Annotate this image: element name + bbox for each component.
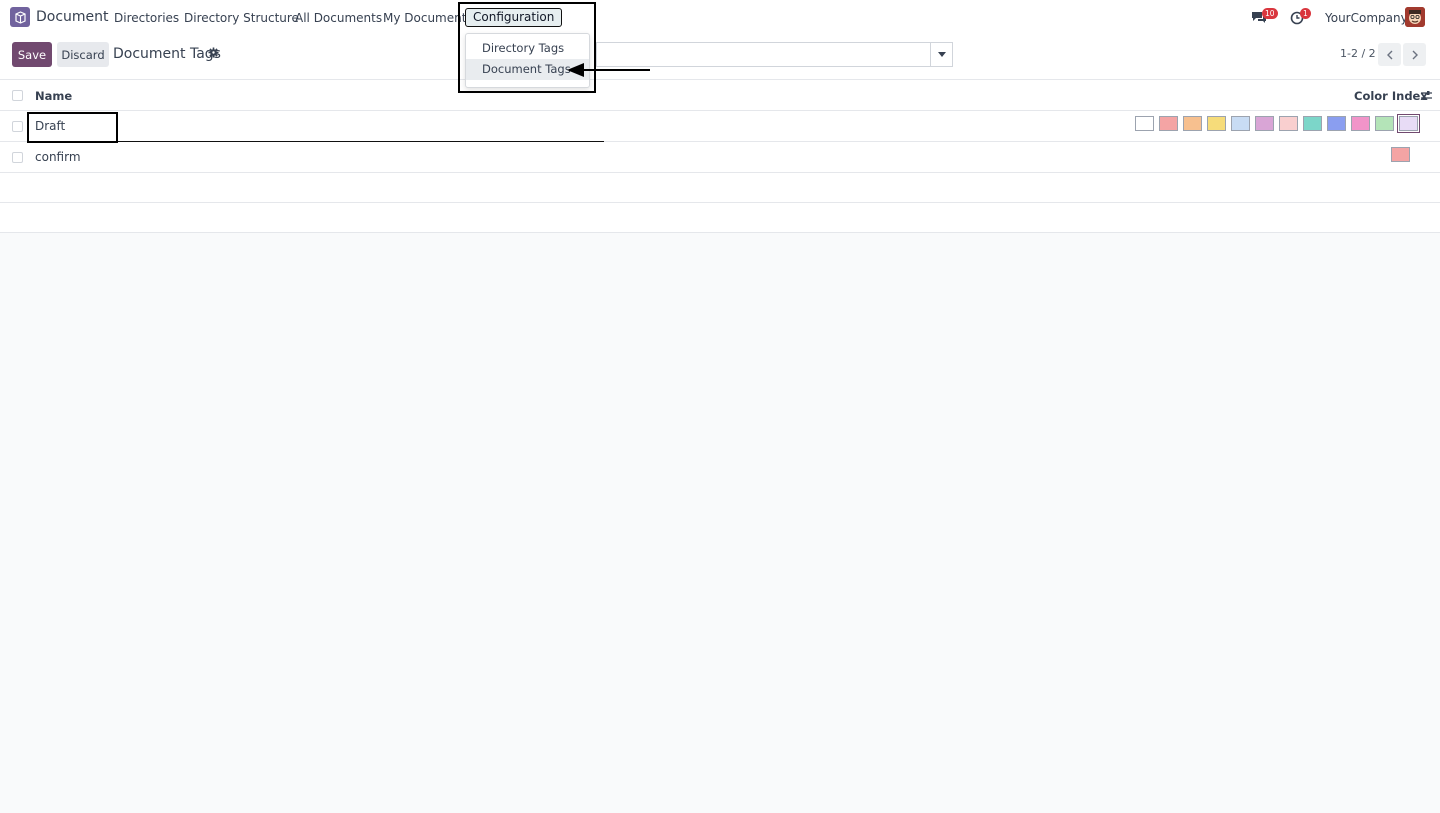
color-swatch[interactable]	[1279, 116, 1298, 131]
annotation-arrow	[582, 69, 650, 71]
annotation-box-configuration	[458, 2, 596, 93]
tags-list: Name Color Index Draft confirm	[0, 80, 1440, 233]
table-row[interactable]: Draft	[0, 111, 1440, 142]
color-swatch[interactable]	[1397, 114, 1420, 133]
color-swatch[interactable]	[1183, 116, 1202, 131]
color-picker	[1135, 114, 1420, 133]
chevron-left-icon	[1386, 50, 1392, 59]
nav-item-all-documents[interactable]: All Documents	[295, 11, 382, 25]
gear-icon[interactable]	[208, 47, 219, 58]
column-header-color-index[interactable]: Color Index	[1354, 89, 1428, 103]
table-row[interactable]: confirm	[0, 142, 1440, 173]
company-switcher[interactable]: YourCompany	[1325, 11, 1408, 25]
control-panel: Save Discard Document Tags 1-2 / 2	[0, 35, 1440, 80]
empty-row	[0, 173, 1440, 203]
tag-name-cell: confirm	[35, 150, 81, 164]
nav-item-directory-structure[interactable]: Directory Structure	[184, 11, 299, 25]
color-swatch[interactable]	[1231, 116, 1250, 131]
annotation-box-draft	[27, 112, 118, 143]
nav-item-directories[interactable]: Directories	[114, 11, 179, 25]
row-checkbox[interactable]	[12, 121, 23, 132]
app-logo-icon[interactable]	[10, 7, 30, 27]
chat-badge: 10	[1262, 8, 1278, 19]
color-swatch[interactable]	[1159, 116, 1178, 131]
optional-columns-icon[interactable]	[1421, 90, 1432, 101]
save-button[interactable]: Save	[12, 42, 52, 67]
caret-down-icon	[937, 52, 946, 57]
color-swatch[interactable]	[1375, 116, 1394, 131]
page-title: Document Tags	[113, 46, 221, 62]
discard-button[interactable]: Discard	[57, 42, 109, 67]
color-swatch[interactable]	[1135, 116, 1154, 131]
empty-row	[0, 203, 1440, 233]
color-swatch[interactable]	[1255, 116, 1274, 131]
color-swatch[interactable]	[1207, 116, 1226, 131]
column-header-name[interactable]: Name	[35, 89, 72, 103]
annotation-arrow-head	[567, 63, 584, 77]
pager-next-button[interactable]	[1403, 43, 1426, 66]
pager-previous-button[interactable]	[1378, 43, 1401, 66]
pager-value[interactable]: 1-2 / 2	[1340, 47, 1376, 60]
chevron-right-icon	[1412, 50, 1418, 59]
app-name[interactable]: Document	[36, 9, 109, 25]
row-checkbox[interactable]	[12, 152, 23, 163]
list-header: Name Color Index	[0, 80, 1440, 111]
color-swatch[interactable]	[1351, 116, 1370, 131]
top-navbar: Document Directories Directory Structure…	[0, 0, 1440, 35]
select-all-checkbox[interactable]	[12, 90, 23, 101]
color-swatch[interactable]	[1327, 116, 1346, 131]
user-avatar[interactable]	[1405, 7, 1425, 27]
activity-badge: 1	[1300, 8, 1311, 19]
search-input[interactable]	[596, 42, 931, 67]
search-options-toggle[interactable]	[930, 42, 953, 67]
color-swatch[interactable]	[1303, 116, 1322, 131]
color-swatch[interactable]	[1391, 147, 1410, 162]
